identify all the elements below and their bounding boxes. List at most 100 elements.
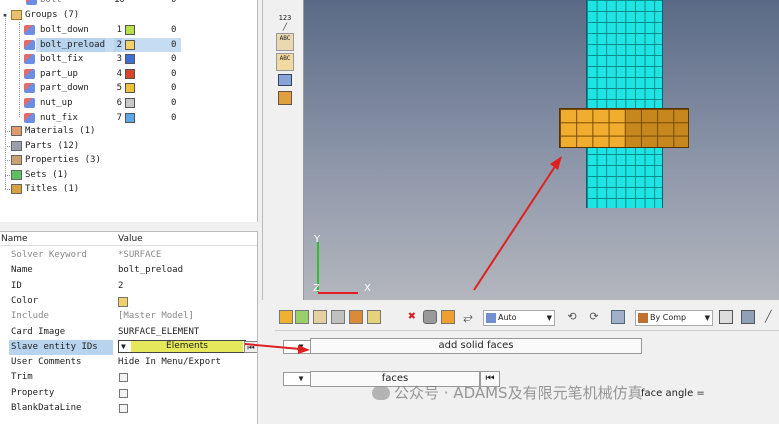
tree-node-collection[interactable]: Properties (3) — [0, 153, 257, 167]
property-row[interactable]: ID 2 — [0, 279, 257, 294]
rotate-icon[interactable]: ⟲ — [565, 310, 579, 324]
property-name: ID — [11, 280, 22, 291]
find-icon[interactable] — [441, 310, 455, 324]
collapse-icon[interactable]: ▪ — [1, 11, 9, 19]
reverse-icon[interactable]: ⥂ — [461, 310, 475, 324]
entity-selection-dropdown[interactable]: Auto ▼ — [483, 310, 555, 326]
tree-item-group[interactable]: bolt_preload 2 0 — [0, 37, 257, 52]
assemblies-icon[interactable] — [295, 310, 309, 324]
checkbox[interactable] — [119, 388, 128, 398]
tree-item-group[interactable]: nut_up 6 0 — [0, 96, 257, 110]
color-by-label: By Comp — [650, 313, 687, 322]
tree-guide-line — [5, 160, 10, 162]
materials-icon — [11, 126, 22, 136]
wireframe-icon[interactable] — [719, 310, 733, 324]
tree-item-label: bolt_down — [40, 25, 89, 35]
box-view-icon[interactable] — [611, 310, 625, 324]
color-by-dropdown[interactable]: By Comp ▼ — [635, 310, 713, 326]
tree-item-label: bolt_preload — [40, 37, 106, 52]
tree-item-count: 0 — [171, 25, 177, 35]
tree-item-group[interactable]: part_down 5 0 — [0, 81, 257, 95]
first-entity-button[interactable]: ⏮ — [244, 341, 257, 353]
tree-item-group[interactable]: part_up 4 0 — [0, 67, 257, 81]
property-row[interactable]: Solver Keyword *SURFACE — [0, 248, 257, 263]
tree-item-label: nut_up — [40, 98, 73, 108]
property-row[interactable]: Slave entity IDs ▼ Elements — [0, 339, 257, 355]
property-row[interactable]: Card Image SURFACE_ELEMENT — [0, 325, 257, 340]
property-row[interactable]: Trim — [0, 370, 257, 385]
selection-mode-label: Auto — [498, 313, 517, 322]
checkbox[interactable] — [119, 404, 128, 413]
shaded-icon[interactable] — [741, 310, 755, 324]
vertical-toolbar: 123 ╱ ABC ABC — [262, 0, 302, 300]
mask-icon[interactable] — [423, 310, 437, 324]
numbers-button[interactable]: 123 ╱ — [276, 14, 294, 32]
components-icon[interactable] — [279, 310, 293, 324]
tree-node-groups[interactable]: ▪ Groups (7) — [0, 8, 257, 22]
group-color-swatch[interactable] — [125, 54, 135, 65]
tree-item-id: 1 — [116, 25, 122, 35]
tree-item-group[interactable]: bolt_down 1 0 — [0, 23, 257, 37]
color-swatch[interactable] — [118, 296, 128, 307]
graphics-viewport[interactable]: Y X Z — [303, 0, 779, 300]
tree-guide-line — [5, 189, 10, 191]
property-row[interactable]: BlankDataLine — [0, 401, 257, 416]
property-name: Property — [11, 387, 55, 398]
group-icon — [24, 83, 35, 94]
column-header-name: Name — [1, 234, 28, 244]
property-row[interactable]: Name bolt_preload — [0, 263, 257, 278]
abc-down-button[interactable]: ABC — [276, 53, 294, 71]
tree-item-group[interactable]: bolt_fix 3 0 — [0, 52, 257, 66]
property-value: SURFACE_ELEMENT — [118, 326, 200, 337]
chevron-down-icon: ▼ — [546, 314, 552, 322]
group-color-swatch[interactable] — [125, 39, 135, 50]
groups-folder-icon — [11, 10, 22, 20]
property-name: Include — [11, 311, 49, 322]
tag-button[interactable] — [276, 72, 294, 90]
material-icon[interactable] — [331, 310, 345, 324]
load-icon[interactable] — [349, 310, 363, 324]
tree-node-label: Materials (1) — [25, 126, 96, 136]
set-icon[interactable] — [367, 310, 381, 324]
group-icon — [24, 39, 35, 50]
checkbox[interactable] — [119, 373, 128, 383]
group-color-swatch[interactable] — [125, 68, 135, 79]
color-by-icon — [638, 313, 648, 323]
property-row[interactable]: User Comments Hide In Menu/Export — [0, 355, 257, 370]
model-browser-tree: bolt 10 0 ▪ Groups (7) bolt_down 1 0 bolt_p… — [0, 0, 258, 222]
property-name: Slave entity IDs — [9, 339, 113, 355]
property-name: Color — [11, 295, 39, 306]
more-icon[interactable]: ╱ — [765, 310, 779, 324]
axis-z-label: Z — [313, 283, 320, 294]
tree-item-partial[interactable]: bolt 10 0 — [0, 0, 257, 7]
properties-icon[interactable] — [313, 310, 327, 324]
property-row[interactable]: Color — [0, 294, 257, 309]
property-row[interactable]: Include [Master Model] — [0, 309, 257, 324]
group-icon — [24, 98, 35, 108]
tree-item-id: 5 — [116, 83, 122, 94]
property-row[interactable]: Property — [0, 386, 257, 401]
delete-icon[interactable]: ✖ — [405, 310, 419, 324]
group-icon — [24, 25, 35, 35]
abc-label-button[interactable]: ABC — [276, 33, 294, 51]
numbers-label: 123 — [278, 14, 292, 22]
slave-entity-dropdown[interactable]: ▼ Elements — [118, 339, 246, 353]
tag-icon — [278, 74, 292, 86]
tree-item-label: part_up — [40, 68, 78, 79]
tree-node-collection[interactable]: Sets (1) — [0, 168, 257, 182]
tree-item-group[interactable]: nut_fix 7 0 — [0, 111, 257, 125]
tree-guide-line — [5, 174, 10, 176]
add-solid-faces-button[interactable]: add solid faces — [310, 338, 642, 354]
group-color-swatch[interactable] — [125, 83, 135, 94]
parts-icon — [11, 140, 22, 151]
tree-guide-line — [5, 131, 10, 132]
view-button[interactable] — [276, 90, 294, 108]
tree-guide-line — [5, 145, 10, 147]
group-color-swatch[interactable] — [125, 112, 135, 123]
tree-node-collection[interactable]: Parts (12) — [0, 139, 257, 153]
tree-node-collection[interactable]: Materials (1) — [0, 124, 257, 138]
group-color-swatch[interactable] — [125, 98, 135, 108]
pan-icon[interactable]: ⟳ — [587, 310, 601, 324]
group-color-swatch[interactable] — [125, 25, 135, 35]
tree-node-collection[interactable]: Titles (1) — [0, 182, 257, 196]
